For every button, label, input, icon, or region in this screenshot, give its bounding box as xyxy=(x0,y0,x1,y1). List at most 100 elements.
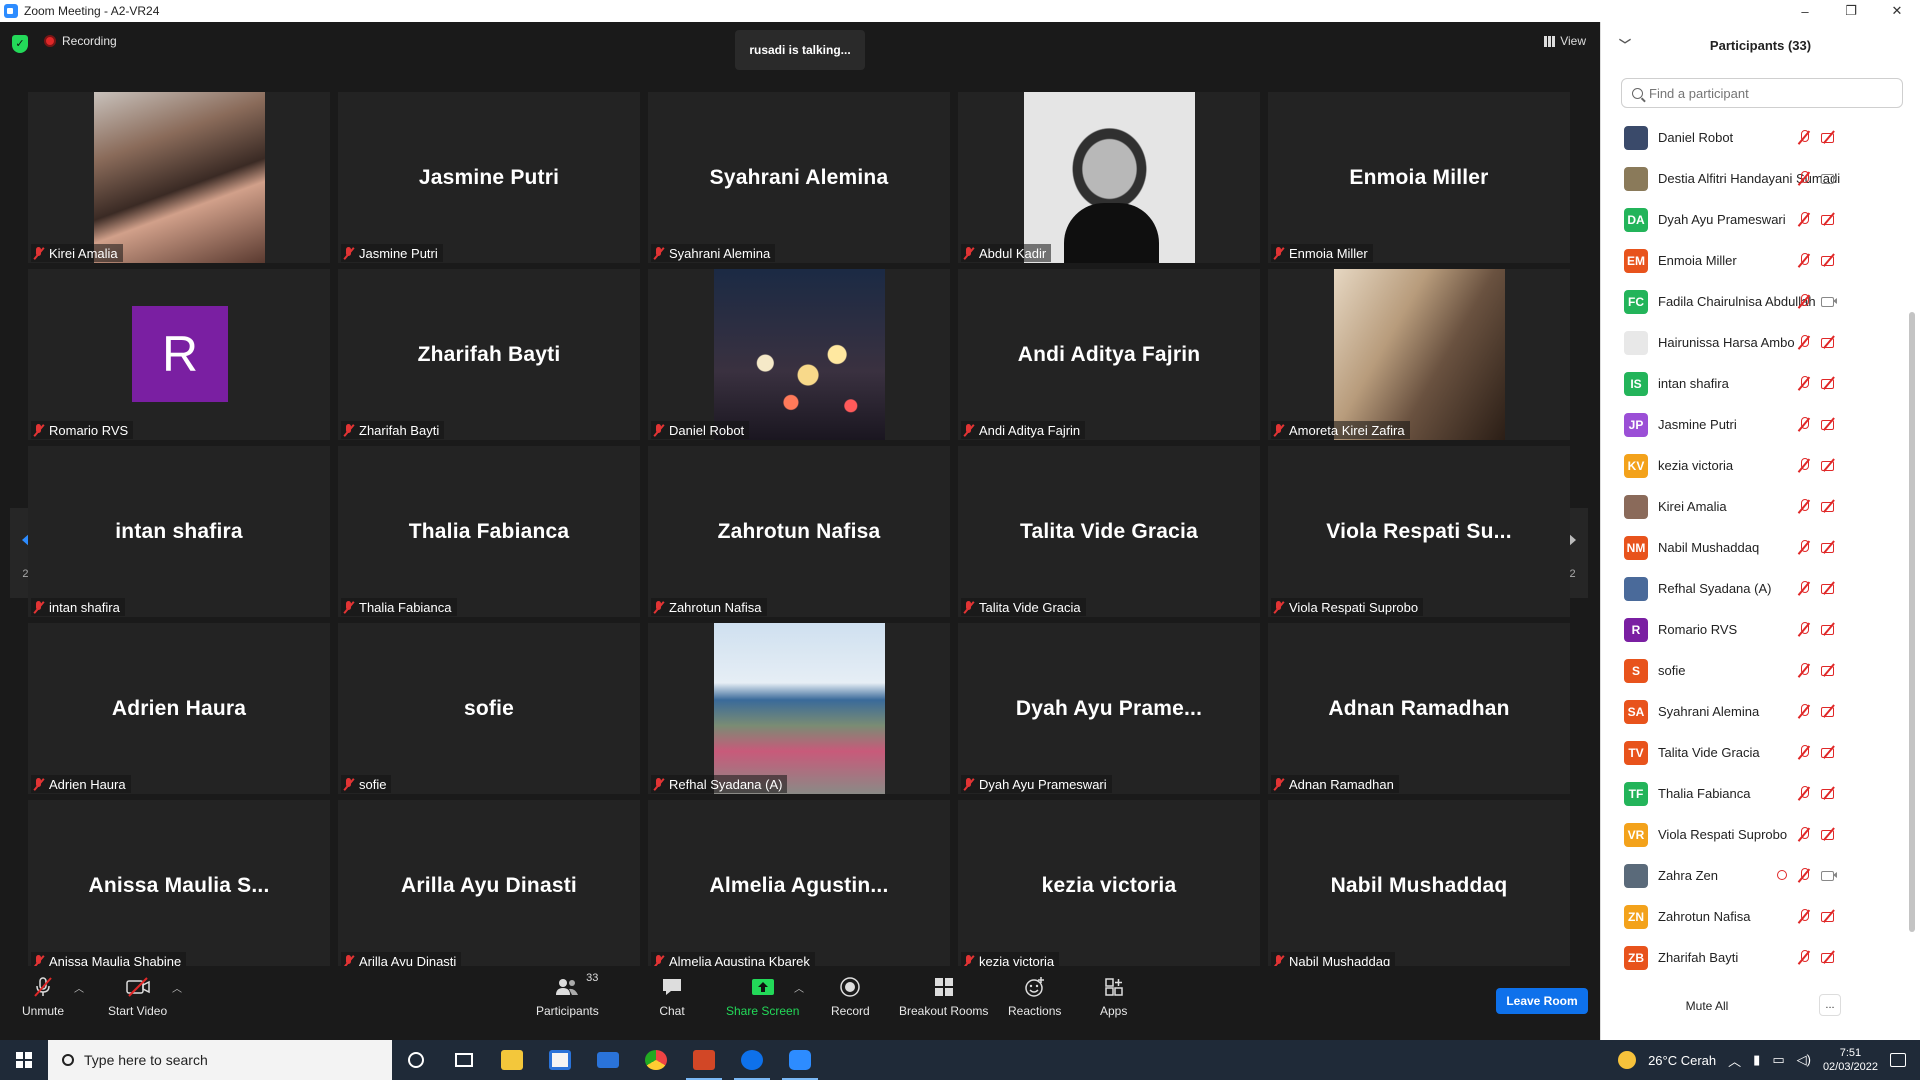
participant-row[interactable]: DA Dyah Ayu Prameswari xyxy=(1601,199,1901,240)
video-tile[interactable]: Thalia Fabianca Thalia Fabianca xyxy=(338,446,640,617)
participants-button[interactable]: 33 Participants xyxy=(536,972,599,1018)
taskbar-search-box[interactable]: Type here to search xyxy=(48,1040,392,1080)
participant-row[interactable]: Refhal Syadana (A) xyxy=(1601,568,1901,609)
video-tile[interactable]: Daniel Robot xyxy=(648,269,950,440)
video-tile[interactable]: Refhal Syadana (A) xyxy=(648,623,950,794)
tile-display-name: intan shafira xyxy=(115,519,243,543)
participant-list[interactable]: Daniel Robot Destia Alfitri Handayani Sum… xyxy=(1601,117,1901,987)
record-button[interactable]: Record xyxy=(831,976,870,1018)
chat-button[interactable]: Chat xyxy=(659,976,685,1018)
tray-chevron-icon[interactable]: ︿ xyxy=(1728,1051,1741,1070)
mail-button[interactable] xyxy=(584,1040,632,1080)
video-options-caret-icon[interactable]: ︿ xyxy=(172,980,182,995)
network-icon[interactable]: ▭ xyxy=(1772,1052,1784,1068)
tile-display-name: Dyah Ayu Prame... xyxy=(1015,696,1203,720)
chrome-button[interactable] xyxy=(632,1040,680,1080)
participant-row[interactable]: ZB Zharifah Bayti xyxy=(1601,937,1901,978)
video-tile[interactable]: Nabil Mushaddaq Nabil Mushaddaq xyxy=(1268,800,1570,971)
volume-icon[interactable]: ◁) xyxy=(1797,1052,1811,1068)
video-tile[interactable]: Adrien Haura Adrien Haura xyxy=(28,623,330,794)
system-clock[interactable]: 7:51 02/03/2022 xyxy=(1823,1046,1878,1074)
participant-row[interactable]: R Romario RVS xyxy=(1601,609,1901,650)
weather-label[interactable]: 26°C Cerah xyxy=(1648,1053,1716,1068)
video-tile[interactable]: Zahrotun Nafisa Zahrotun Nafisa xyxy=(648,446,950,617)
muted-mic-icon xyxy=(343,600,355,614)
video-tile[interactable]: kezia victoria kezia victoria xyxy=(958,800,1260,971)
microsoft-store-button[interactable] xyxy=(536,1040,584,1080)
encryption-shield-icon[interactable]: ✓ xyxy=(12,35,28,53)
camera-off-icon xyxy=(1821,745,1837,759)
participant-row[interactable]: ZN Zahrotun Nafisa xyxy=(1601,896,1901,937)
participant-row[interactable]: JP Jasmine Putri xyxy=(1601,404,1901,445)
video-tile[interactable]: Arilla Ayu Dinasti Arilla Ayu Dinasti xyxy=(338,800,640,971)
start-video-button[interactable]: Start Video xyxy=(108,976,167,1018)
video-tile[interactable]: Amoreta Kirei Zafira xyxy=(1268,269,1570,440)
video-tile[interactable]: Almelia Agustin... Almelia Agustina Kbare… xyxy=(648,800,950,971)
video-tile[interactable]: sofie sofie xyxy=(338,623,640,794)
apps-button[interactable]: Apps xyxy=(1100,976,1127,1018)
reactions-button[interactable]: Reactions xyxy=(1008,976,1061,1018)
participant-row[interactable]: Daniel Robot xyxy=(1601,117,1901,158)
video-tile[interactable]: Talita Vide Gracia Talita Vide Gracia xyxy=(958,446,1260,617)
camera-on-icon xyxy=(1821,868,1837,882)
collapse-panel-chevron-icon[interactable]: ﹀ xyxy=(1619,36,1631,53)
participant-status-icons xyxy=(1797,950,1837,965)
participant-search-box[interactable] xyxy=(1621,78,1903,108)
video-tile[interactable]: Anissa Maulia S... Anissa Maulia Shabine xyxy=(28,800,330,971)
participant-name: Zahrotun Nafisa xyxy=(1658,909,1751,924)
mic-muted-icon xyxy=(1797,458,1811,473)
participant-row[interactable]: Destia Alfitri Handayani Sumadi xyxy=(1601,158,1901,199)
participant-row[interactable]: TF Thalia Fabianca xyxy=(1601,773,1901,814)
video-tile[interactable]: Abdul Kadir xyxy=(958,92,1260,263)
video-tile[interactable]: Dyah Ayu Prame... Dyah Ayu Prameswari xyxy=(958,623,1260,794)
participant-row[interactable]: FC Fadila Chairulnisa Abdullah xyxy=(1601,281,1901,322)
participant-row[interactable]: KV kezia victoria xyxy=(1601,445,1901,486)
teamviewer-button[interactable] xyxy=(728,1040,776,1080)
participant-row[interactable]: IS intan shafira xyxy=(1601,363,1901,404)
breakout-rooms-button[interactable]: Breakout Rooms xyxy=(899,976,988,1018)
video-tile[interactable]: Zharifah Bayti Zharifah Bayti xyxy=(338,269,640,440)
video-tile[interactable]: R Romario RVS xyxy=(28,269,330,440)
close-button[interactable]: ✕ xyxy=(1874,0,1920,22)
participant-row[interactable]: VR Viola Respati Suprobo xyxy=(1601,814,1901,855)
participant-list-scrollbar[interactable] xyxy=(1909,312,1915,932)
participant-row[interactable]: Kirei Amalia xyxy=(1601,486,1901,527)
video-tile[interactable]: Jasmine Putri Jasmine Putri xyxy=(338,92,640,263)
powerpoint-button[interactable] xyxy=(680,1040,728,1080)
recording-indicator[interactable]: Recording xyxy=(44,34,117,48)
participant-row[interactable]: NM Nabil Mushaddaq xyxy=(1601,527,1901,568)
view-button[interactable]: View xyxy=(1544,34,1586,48)
participant-row[interactable]: TV Talita Vide Gracia xyxy=(1601,732,1901,773)
participant-row[interactable]: Ssofie xyxy=(1601,650,1901,691)
participant-row[interactable]: SA Syahrani Alemina xyxy=(1601,691,1901,732)
video-tile[interactable]: Syahrani Alemina Syahrani Alemina xyxy=(648,92,950,263)
share-options-caret-icon[interactable]: ︿ xyxy=(794,980,804,995)
start-button[interactable] xyxy=(0,1040,48,1080)
leave-room-button[interactable]: Leave Room xyxy=(1496,988,1588,1014)
notifications-icon[interactable] xyxy=(1890,1053,1906,1067)
participant-row[interactable]: Zahra Zen xyxy=(1601,855,1901,896)
tile-name-label: Dyah Ayu Prameswari xyxy=(961,775,1112,793)
share-screen-button[interactable]: Share Screen xyxy=(726,976,799,1018)
muted-mic-icon xyxy=(963,423,975,437)
video-tile[interactable]: Andi Aditya Fajrin Andi Aditya Fajrin xyxy=(958,269,1260,440)
participant-search-input[interactable] xyxy=(1649,85,1889,101)
cortana-button[interactable] xyxy=(392,1040,440,1080)
camera-off-icon xyxy=(1821,335,1837,349)
participant-row[interactable]: Hairunissa Harsa Ambo xyxy=(1601,322,1901,363)
unmute-button[interactable]: Unmute xyxy=(22,976,64,1018)
file-explorer-button[interactable] xyxy=(488,1040,536,1080)
zoom-taskbar-button[interactable] xyxy=(776,1040,824,1080)
audio-options-caret-icon[interactable]: ︿ xyxy=(74,980,84,995)
video-tile[interactable]: Kirei Amalia xyxy=(28,92,330,263)
minimize-button[interactable]: – xyxy=(1782,0,1828,22)
maximize-button[interactable]: ❐ xyxy=(1828,0,1874,22)
task-view-button[interactable] xyxy=(440,1040,488,1080)
video-tile[interactable]: Adnan Ramadhan Adnan Ramadhan xyxy=(1268,623,1570,794)
more-options-button[interactable]: ... xyxy=(1819,994,1841,1016)
video-tile[interactable]: intan shafira intan shafira xyxy=(28,446,330,617)
participant-row[interactable]: EM Enmoia Miller xyxy=(1601,240,1901,281)
video-tile[interactable]: Viola Respati Su... Viola Respati Suprobo xyxy=(1268,446,1570,617)
video-tile[interactable]: Enmoia Miller Enmoia Miller xyxy=(1268,92,1570,263)
mute-all-button[interactable]: Mute All xyxy=(1679,994,1735,1018)
